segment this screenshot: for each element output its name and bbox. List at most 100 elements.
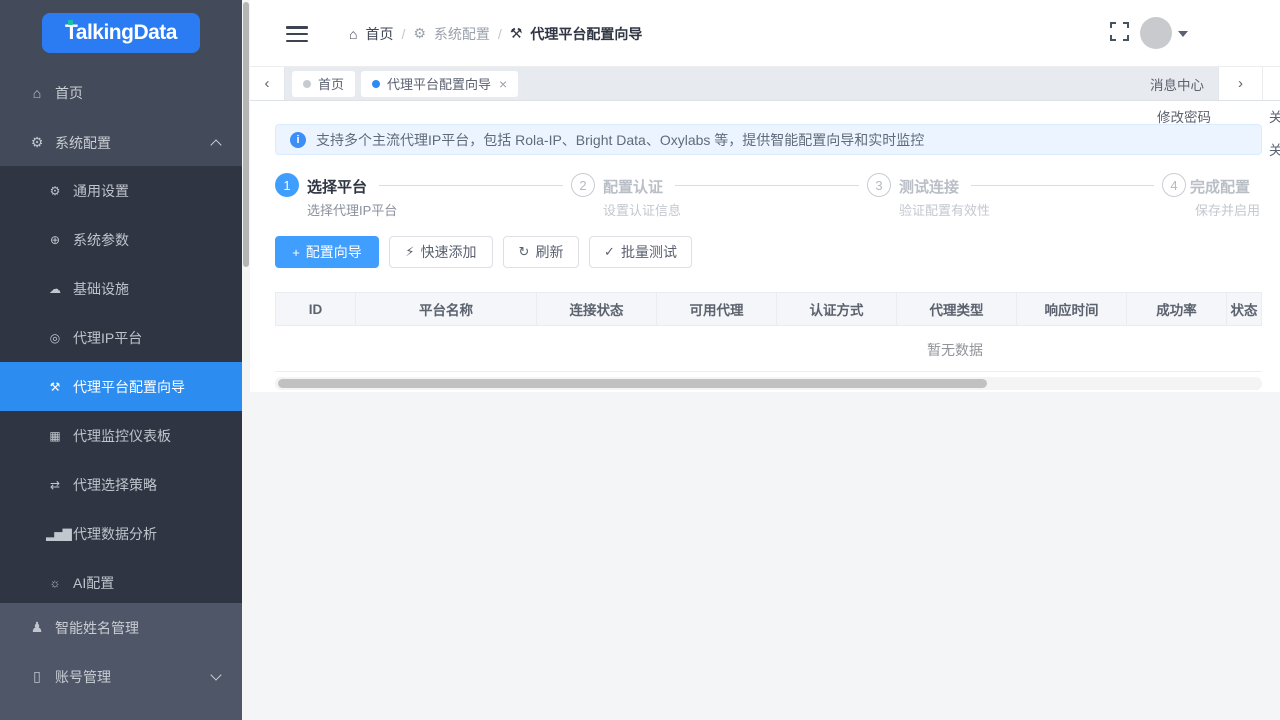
tabbar-end-cap [1262,67,1280,100]
tab-label: 代理平台配置向导 [387,74,491,93]
chevron-up-icon [210,139,221,150]
home-icon: ⌂ [349,26,357,42]
button-label: 配置向导 [306,242,362,262]
table-empty-row: 暂无数据 [275,326,1262,372]
step-2-circle: 2 [571,173,595,197]
wizard-button[interactable]: + 配置向导 [275,236,379,268]
step-3-desc: 验证配置有效性 [899,200,990,219]
horizontal-scrollbar[interactable] [275,377,1262,390]
sidebar-item-label: AI配置 [73,573,114,593]
sidebar-item-infrastructure[interactable]: ☁ 基础设施 [0,264,242,313]
tab-dot-icon [372,80,380,88]
breadcrumb-home[interactable]: 首页 [365,24,393,44]
sidebar-submenu-system-config: ⚙ 通用设置 ⊕ 系统参数 ☁ 基础设施 ◎ 代理IP平台 ⚒ 代理平台配置 [0,166,242,607]
quick-add-button[interactable]: ⚡ 快速添加 [389,236,493,268]
logo-dot-icon [68,20,73,25]
main-area: ⌂ 首页 / ⚙ 系统配置 / ⚒ 代理平台配置向导 ‹ 首页 [250,0,1280,720]
column-header-success-rate: 成功率 [1127,293,1227,325]
message-center-item[interactable]: 消息中心 [1150,74,1204,94]
gear-icon: ⚙ [46,184,64,198]
sidebar-item-home[interactable]: ⌂ 首页 [0,66,242,119]
button-label: 刷新 [535,242,563,262]
page-background [250,392,1280,720]
column-header-status: 状态 [1227,293,1261,325]
logo-text: TalkingData [65,21,177,45]
menu-item-change-password[interactable]: 修改密码 [1157,106,1211,126]
step-2-title: 配置认证 [603,176,663,197]
menu-item-edge-2[interactable]: 关 [1269,139,1280,159]
sidebar-item-label: 代理IP平台 [73,328,142,348]
breadcrumb-separator: / [498,26,502,42]
breadcrumb-section[interactable]: 系统配置 [434,24,490,44]
step-1-title: 选择平台 [307,176,367,197]
sidebar-item-label: 系统配置 [55,133,111,153]
app-window: TalkingData ⌂ 首页 ⚙ 系统配置 ⚙ 通用设置 ⊕ 系统参数 [0,0,1280,720]
sidebar-item-label: 代理数据分析 [73,524,157,544]
sidebar-item-smart-name-management[interactable]: ♟ 智能姓名管理 [0,603,242,652]
refresh-button[interactable]: ↻ 刷新 [503,236,579,268]
empty-state-text: 暂无数据 [927,340,983,360]
tab-home[interactable]: 首页 [292,71,355,97]
step-4-title: 完成配置 [1190,176,1250,197]
lightbulb-icon: ☼ [46,576,64,590]
globe-icon: ⊕ [46,233,64,247]
tabs-scroll-prev-button[interactable]: ‹ [250,67,285,100]
sidebar-item-label: 代理平台配置向导 [73,377,185,397]
tabs-scroll-next-button[interactable]: › [1218,67,1262,100]
hamburger-menu-icon[interactable] [286,26,308,42]
tab-dot-icon [303,80,311,88]
info-icon: i [290,132,306,148]
column-header-connection-status: 连接状态 [537,293,657,325]
sidebar-item-system-params[interactable]: ⊕ 系统参数 [0,215,242,264]
column-header-response-time: 响应时间 [1017,293,1127,325]
sidebar-item-account-management[interactable]: ▯ 账号管理 [0,652,242,701]
avatar-dropdown-caret-icon[interactable] [1178,31,1188,37]
sidebar-item-label: 代理选择策略 [73,475,157,495]
sidebar-item-proxy-analytics[interactable]: ▂▅▇ 代理数据分析 [0,509,242,558]
step-1-circle: 1 [275,173,299,197]
step-connector [675,185,859,186]
button-label: 快速添加 [421,242,477,262]
sidebar-item-proxy-ip-platform[interactable]: ◎ 代理IP平台 [0,313,242,362]
cloud-icon: ☁ [46,282,64,296]
step-1-desc: 选择代理IP平台 [307,200,397,219]
button-label: 批量测试 [621,242,677,262]
check-icon: ✓ [604,244,615,260]
tab-proxy-wizard[interactable]: 代理平台配置向导 × [361,71,518,97]
sidebar-item-label: 系统参数 [73,230,129,250]
sidebar-item-label: 代理监控仪表板 [73,426,171,446]
shuffle-icon: ⇄ [46,478,64,492]
fullscreen-icon[interactable] [1110,22,1129,41]
sidebar: TalkingData ⌂ 首页 ⚙ 系统配置 ⚙ 通用设置 ⊕ 系统参数 [0,0,242,720]
vertical-scrollbar[interactable] [242,0,250,720]
column-header-auth-method: 认证方式 [777,293,897,325]
batch-test-button[interactable]: ✓ 批量测试 [589,236,692,268]
sidebar-item-ai-config[interactable]: ☼ AI配置 [0,558,242,607]
sidebar-item-proxy-strategy[interactable]: ⇄ 代理选择策略 [0,460,242,509]
home-icon: ⌂ [28,85,46,101]
sidebar-item-proxy-dashboard[interactable]: ▦ 代理监控仪表板 [0,411,242,460]
horizontal-scrollbar-thumb[interactable] [278,379,987,388]
platform-table: ID 平台名称 连接状态 可用代理 认证方式 代理类型 响应时间 成功率 状态 … [275,292,1262,372]
topbar: ⌂ 首页 / ⚙ 系统配置 / ⚒ 代理平台配置向导 [250,0,1280,67]
sidebar-item-system-config[interactable]: ⚙ 系统配置 [0,119,242,166]
sidebar-item-proxy-wizard[interactable]: ⚒ 代理平台配置向导 [0,362,242,411]
vertical-scrollbar-thumb[interactable] [243,2,249,267]
sidebar-item-label: 基础设施 [73,279,129,299]
refresh-icon: ↻ [519,244,530,260]
logo[interactable]: TalkingData [42,13,200,53]
sidebar-item-label: 通用设置 [73,181,129,201]
table-header-row: ID 平台名称 连接状态 可用代理 认证方式 代理类型 响应时间 成功率 状态 [275,292,1262,326]
step-connector [971,185,1154,186]
content-panel: i 支持多个主流代理IP平台，包括 Rola-IP、Bright Data、Ox… [250,101,1280,392]
sidebar-item-general-settings[interactable]: ⚙ 通用设置 [0,166,242,215]
menu-item-edge-1[interactable]: 关 [1269,106,1280,126]
users-icon: ♟ [28,619,46,636]
dashboard-icon: ▦ [46,429,64,443]
avatar[interactable] [1140,17,1172,49]
breadcrumb: ⌂ 首页 / ⚙ 系统配置 / ⚒ 代理平台配置向导 [349,0,642,67]
step-2-desc: 设置认证信息 [603,200,681,219]
globe-icon: ◎ [46,331,64,345]
info-banner-text: 支持多个主流代理IP平台，包括 Rola-IP、Bright Data、Oxyl… [316,130,924,150]
close-icon[interactable]: × [499,76,507,92]
